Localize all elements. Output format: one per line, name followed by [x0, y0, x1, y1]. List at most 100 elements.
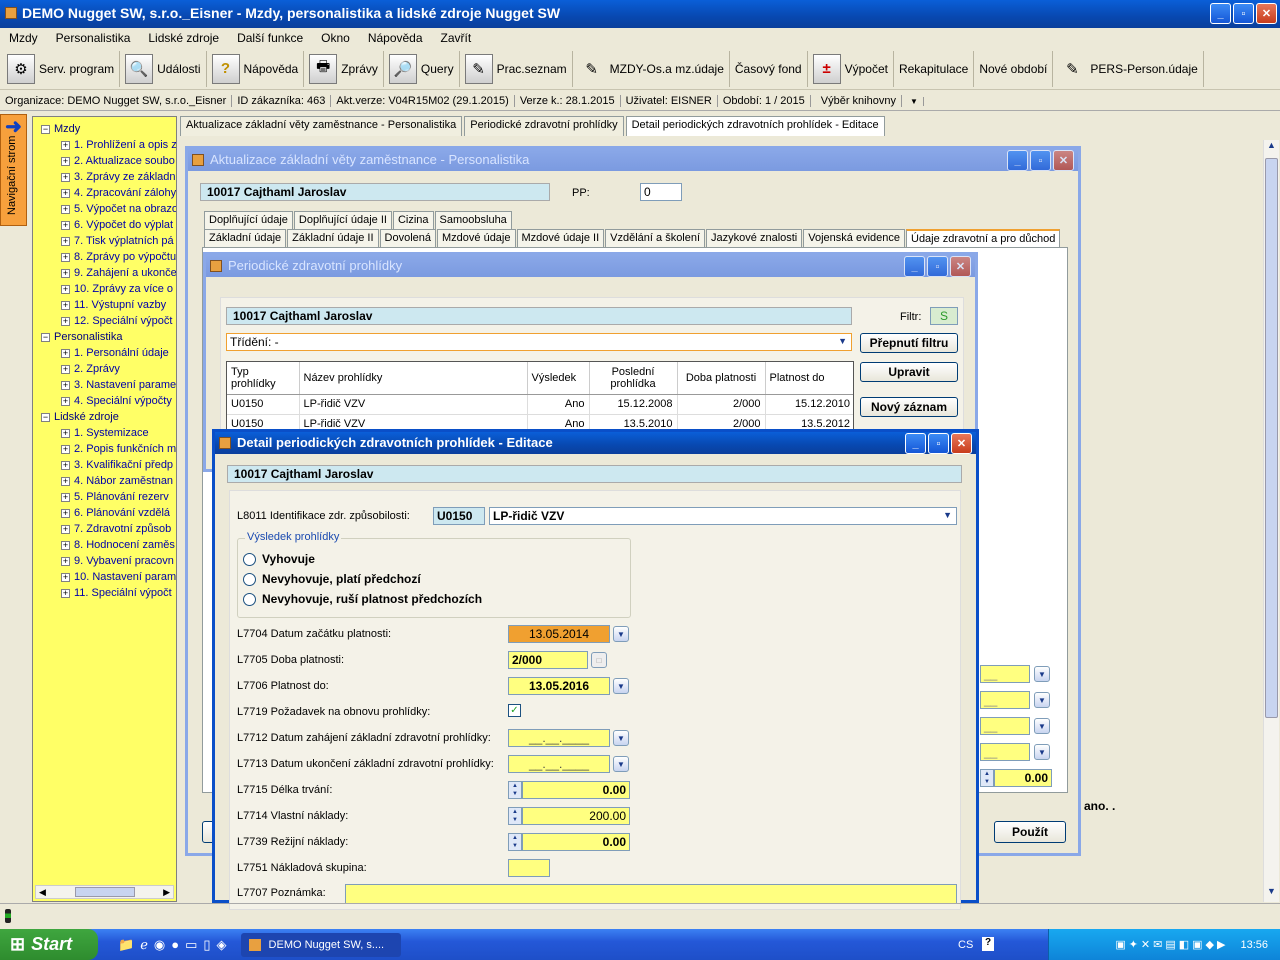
firefox-icon[interactable]: ●: [171, 937, 179, 953]
tree-item[interactable]: +1. Prohlížení a opis z: [33, 137, 176, 153]
tree-item[interactable]: +2. Zprávy: [33, 361, 176, 377]
w1-dropdown-4[interactable]: ▼: [1034, 744, 1050, 760]
expand-icon[interactable]: +: [61, 556, 70, 566]
doctab-periodicke[interactable]: Periodické zdravotní prohlídky: [464, 116, 624, 136]
radio-nevyhovuje-rusi[interactable]: Nevyhovuje, ruší platnost předchozích: [243, 592, 482, 606]
toolbar-query-button[interactable]: 🔎 Query: [384, 50, 460, 87]
w1-field-4[interactable]: __: [980, 743, 1030, 761]
collapse-icon[interactable]: −: [41, 412, 50, 422]
tree-item[interactable]: +5. Plánování rezerv: [33, 489, 176, 505]
w1-pp-field[interactable]: 0: [640, 183, 682, 201]
main-title-bar[interactable]: DEMO Nugget SW, s.r.o._Eisner - Mzdy, pe…: [0, 0, 1280, 28]
expand-icon[interactable]: +: [61, 188, 70, 198]
expand-icon[interactable]: +: [61, 220, 70, 230]
tab-zakladni[interactable]: Základní údaje: [204, 229, 287, 247]
w2-new-record-button[interactable]: Nový záznam: [860, 397, 958, 417]
expand-icon[interactable]: +: [61, 252, 70, 262]
tree-item[interactable]: +7. Tisk výplatních pá: [33, 233, 176, 249]
date-picker-7706[interactable]: ▼: [613, 678, 629, 694]
toolbar-vypocet-button[interactable]: ± Výpočet: [808, 50, 894, 87]
tab-mzdove[interactable]: Mzdové údaje: [437, 229, 516, 247]
w2-minimize-button[interactable]: _: [904, 256, 925, 277]
w3-minimize-button[interactable]: _: [905, 433, 926, 454]
tree-item[interactable]: +8. Hodnocení zaměs: [33, 537, 176, 553]
w1-amount-field[interactable]: 0.00: [994, 769, 1052, 787]
expand-icon[interactable]: +: [61, 460, 70, 470]
tree-item[interactable]: +8. Zprávy po výpočtu: [33, 249, 176, 265]
tree-item[interactable]: +3. Kvalifikační předp: [33, 457, 176, 473]
tree-item[interactable]: +10. Nastavení param: [33, 569, 176, 585]
date-picker-7712[interactable]: ▼: [613, 730, 629, 746]
window-detail-title[interactable]: Detail periodických zdravotních prohlíde…: [215, 432, 976, 454]
w1-field-1[interactable]: __: [980, 665, 1030, 683]
tree-group[interactable]: − Mzdy: [33, 121, 176, 137]
window-aktualizace-title[interactable]: Aktualizace základní věty zaměstnance - …: [188, 149, 1078, 171]
menu-lidske-zdroje[interactable]: Lidské zdroje: [139, 31, 228, 45]
document-icon[interactable]: ▯: [203, 937, 210, 953]
tab-doplnujici[interactable]: Doplňující údaje: [204, 211, 293, 229]
help-tray-icon[interactable]: ?: [982, 937, 994, 951]
expand-icon[interactable]: +: [61, 444, 70, 454]
col-posledni[interactable]: Poslední prohlídka: [589, 362, 678, 395]
w1-field-3[interactable]: __: [980, 717, 1030, 735]
tab-cizina[interactable]: Cizina: [392, 211, 434, 229]
col-typ[interactable]: Typ prohlídky: [227, 362, 300, 395]
tree-item[interactable]: +12. Speciální výpočt: [33, 313, 176, 329]
close-button[interactable]: ✕: [1256, 3, 1277, 24]
browser-icon[interactable]: ℯ: [140, 937, 148, 953]
expand-icon[interactable]: +: [61, 348, 70, 358]
expand-icon[interactable]: +: [61, 316, 70, 326]
expand-icon[interactable]: +: [61, 268, 70, 278]
field-7706-valid-until[interactable]: 13.05.2016: [508, 677, 610, 695]
menu-zavrit[interactable]: Zavřít: [432, 31, 481, 45]
tree-item[interactable]: +4. Nábor zaměstnan: [33, 473, 176, 489]
w1-minimize-button[interactable]: _: [1007, 150, 1028, 171]
tab-jazykove[interactable]: Jazykové znalosti: [706, 229, 803, 247]
tree-item[interactable]: +11. Výstupní vazby: [33, 297, 176, 313]
w1-dropdown-1[interactable]: ▼: [1034, 666, 1050, 682]
spinner-7739[interactable]: ▲ ▼: [508, 833, 522, 851]
scroll-thumb[interactable]: [74, 887, 135, 897]
w2-edit-button[interactable]: Upravit: [860, 362, 958, 382]
tree-item[interactable]: +5. Výpočet na obrazo: [33, 201, 176, 217]
w3-maximize-button[interactable]: ▫: [928, 433, 949, 454]
toolbar-rekapitulace-button[interactable]: Rekapitulace: [894, 50, 975, 87]
tree-item[interactable]: +4. Speciální výpočty: [33, 393, 176, 409]
tree-item[interactable]: +3. Nastavení parame: [33, 377, 176, 393]
toolbar-serv-program-button[interactable]: ⚙ Serv. program: [2, 50, 121, 87]
media-icon[interactable]: ◈: [217, 937, 227, 953]
w1-pouzit-button[interactable]: Použít: [994, 821, 1066, 843]
w1-field-2[interactable]: __: [980, 691, 1030, 709]
expand-icon[interactable]: +: [61, 524, 70, 534]
checkbox-7719-renewal[interactable]: ✓: [508, 704, 521, 717]
w1-maximize-button[interactable]: ▫: [1030, 150, 1051, 171]
tab-vojenska[interactable]: Vojenská evidence: [803, 229, 905, 247]
expand-icon[interactable]: +: [61, 380, 70, 390]
toolbar-udalosti-button[interactable]: 🔍 Události: [120, 50, 207, 87]
tray-icons[interactable]: ▣✦✕✉▤◧▣◆▶: [1115, 938, 1228, 951]
w1-amount-spinner[interactable]: ▲ ▼: [980, 769, 994, 787]
expand-icon[interactable]: +: [61, 156, 70, 166]
field-7707-note[interactable]: [345, 884, 957, 904]
menu-napoveda[interactable]: Nápověda: [359, 31, 432, 45]
tree-item[interactable]: +3. Zprávy ze základn: [33, 169, 176, 185]
w3-close-button[interactable]: ✕: [951, 433, 972, 454]
w2-filter-field[interactable]: S: [930, 307, 958, 325]
tab-zakladni-ii[interactable]: Základní údaje II: [287, 229, 379, 247]
w2-sort-select[interactable]: Třídění: - ▼: [226, 333, 852, 351]
expand-icon[interactable]: +: [61, 300, 70, 310]
expand-icon[interactable]: +: [61, 540, 70, 550]
tree-group[interactable]: − Lidské zdroje: [33, 409, 176, 425]
tree-item[interactable]: +9. Vybavení pracovn: [33, 553, 176, 569]
expand-icon[interactable]: +: [61, 588, 70, 598]
toolbar-napoveda-button[interactable]: ? Nápověda: [207, 50, 305, 87]
field-7713-basic-end[interactable]: __.__.____: [508, 755, 610, 773]
maximize-button[interactable]: ▫: [1233, 3, 1254, 24]
tree-item[interactable]: +4. Zpracování zálohy: [33, 185, 176, 201]
col-nazev[interactable]: Název prohlídky: [299, 362, 528, 395]
tree-item[interactable]: +2. Popis funkčních m: [33, 441, 176, 457]
ident-code-field[interactable]: U0150: [433, 507, 485, 525]
expand-icon[interactable]: +: [61, 204, 70, 214]
tree-item[interactable]: +6. Výpočet do výplat: [33, 217, 176, 233]
toolbar-pers-button[interactable]: ✎ PERS-Person.údaje: [1053, 50, 1204, 87]
